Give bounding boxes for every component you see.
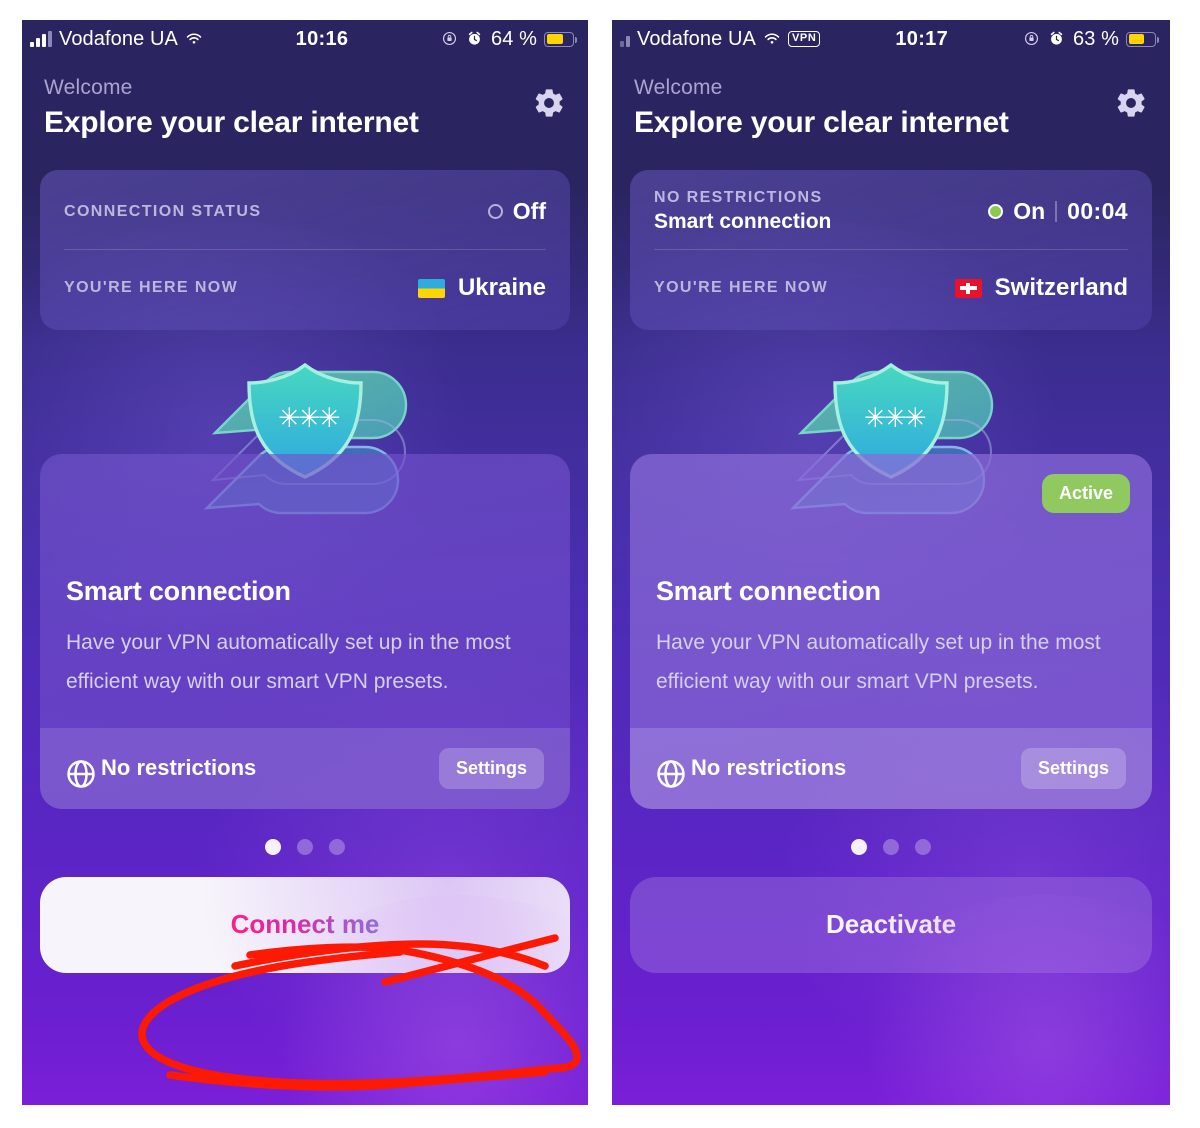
pagination-dot-3[interactable] <box>915 838 931 855</box>
connect-button-label: Connect me <box>230 909 380 940</box>
connection-status-card: CONNECTION STATUS Off YOU'RE HERE NOW Uk… <box>40 170 570 330</box>
alarm-clock-icon <box>1048 30 1066 48</box>
connect-button[interactable]: Connect me <box>40 876 570 973</box>
pagination-dot-1[interactable] <box>265 838 281 855</box>
connection-state-value: Off <box>512 198 546 224</box>
page-title: Explore your clear internet <box>44 106 419 139</box>
location-label: YOU'RE HERE NOW <box>654 279 829 296</box>
location-row: YOU'RE HERE NOW Switzerland <box>654 250 1128 326</box>
welcome-label: Welcome <box>634 76 723 99</box>
settings-button[interactable]: Settings <box>1020 747 1126 789</box>
alarm-clock-icon <box>466 30 484 48</box>
feature-card-smart-connection[interactable]: Smart connection Have your VPN automatic… <box>40 454 570 809</box>
feature-title: Smart connection <box>656 576 881 606</box>
connection-status-row: CONNECTION STATUS Off <box>64 174 546 250</box>
wifi-icon <box>185 30 203 48</box>
vpn-badge: VPN <box>787 31 821 47</box>
gear-icon[interactable] <box>1114 86 1148 120</box>
gear-icon[interactable] <box>532 86 566 120</box>
pagination-dots[interactable] <box>612 838 1170 855</box>
feature-description: Have your VPN automatically set up in th… <box>66 631 511 694</box>
deactivate-button[interactable]: Deactivate <box>630 876 1152 973</box>
connection-status-card: NO RESTRICTIONS Smart connection On 00:0… <box>630 170 1152 330</box>
globe-icon <box>66 759 95 788</box>
status-bar: Vodafone UA 10:16 64 % <box>22 20 588 58</box>
welcome-label: Welcome <box>44 76 133 99</box>
country-name: Switzerland <box>994 274 1128 301</box>
rotation-lock-icon <box>441 30 459 48</box>
phone-screen-after: Vodafone UA VPN 10:17 63 % Welcome Explo… <box>612 20 1170 1105</box>
clock-label: 10:16 <box>295 27 349 50</box>
restriction-label: No restrictions <box>691 755 847 781</box>
pagination-dot-2[interactable] <box>883 838 899 855</box>
feature-title: Smart connection <box>66 576 291 606</box>
clock-label: 10:17 <box>895 27 949 50</box>
rotation-lock-icon <box>1023 30 1041 48</box>
connection-status-row: NO RESTRICTIONS Smart connection On 00:0… <box>654 174 1128 250</box>
connection-preset-name: Smart connection <box>654 210 832 233</box>
cellular-signal-icon <box>620 32 630 47</box>
svg-text:✳: ✳ <box>904 403 927 433</box>
screenshot-stage: Vodafone UA 10:16 64 % Welcome Explore y… <box>0 0 1200 1128</box>
battery-icon <box>1126 31 1159 47</box>
connection-status-label: NO RESTRICTIONS <box>654 189 823 206</box>
feature-card-smart-connection[interactable]: Active Smart connection Have your VPN au… <box>630 454 1152 809</box>
pagination-dot-1[interactable] <box>851 838 867 855</box>
flag-icon-ukraine <box>417 278 445 298</box>
restriction-label: No restrictions <box>101 755 257 781</box>
globe-icon <box>656 759 685 788</box>
cellular-signal-icon <box>30 30 52 47</box>
connection-state-value: On <box>1013 198 1046 224</box>
pagination-dot-2[interactable] <box>297 838 313 855</box>
deactivate-button-label: Deactivate <box>825 909 957 940</box>
svg-text:✳: ✳ <box>318 403 341 433</box>
pagination-dot-3[interactable] <box>329 838 345 855</box>
feature-footer: No restrictions Settings <box>630 727 1152 809</box>
session-timer: 00:04 <box>1067 198 1128 224</box>
wifi-icon <box>763 30 781 48</box>
settings-button[interactable]: Settings <box>438 747 544 789</box>
connection-status-label: CONNECTION STATUS <box>64 202 262 220</box>
connection-state-indicator-icon <box>487 204 503 219</box>
country-name: Ukraine <box>457 274 546 301</box>
location-label: YOU'RE HERE NOW <box>64 279 239 296</box>
feature-footer: No restrictions Settings <box>40 727 570 809</box>
status-badge-active: Active <box>1041 474 1130 513</box>
battery-icon <box>544 31 577 47</box>
page-header: Welcome Explore your clear internet <box>612 58 1170 140</box>
phone-screen-before: Vodafone UA 10:16 64 % Welcome Explore y… <box>22 20 588 1105</box>
feature-description: Have your VPN automatically set up in th… <box>656 631 1101 694</box>
status-bar: Vodafone UA VPN 10:17 63 % <box>612 20 1170 58</box>
page-title: Explore your clear internet <box>634 106 1009 139</box>
location-row: YOU'RE HERE NOW Ukraine <box>64 250 546 326</box>
flag-icon-switzerland <box>954 278 982 298</box>
carrier-label: Vodafone UA <box>59 27 178 50</box>
pagination-dots[interactable] <box>22 838 588 855</box>
page-header: Welcome Explore your clear internet <box>22 58 588 140</box>
battery-percent-label: 63 % <box>1073 27 1119 50</box>
connection-state-indicator-icon <box>988 204 1004 219</box>
carrier-label: Vodafone UA <box>637 27 756 50</box>
divider <box>1055 201 1058 222</box>
battery-percent-label: 64 % <box>491 27 537 50</box>
